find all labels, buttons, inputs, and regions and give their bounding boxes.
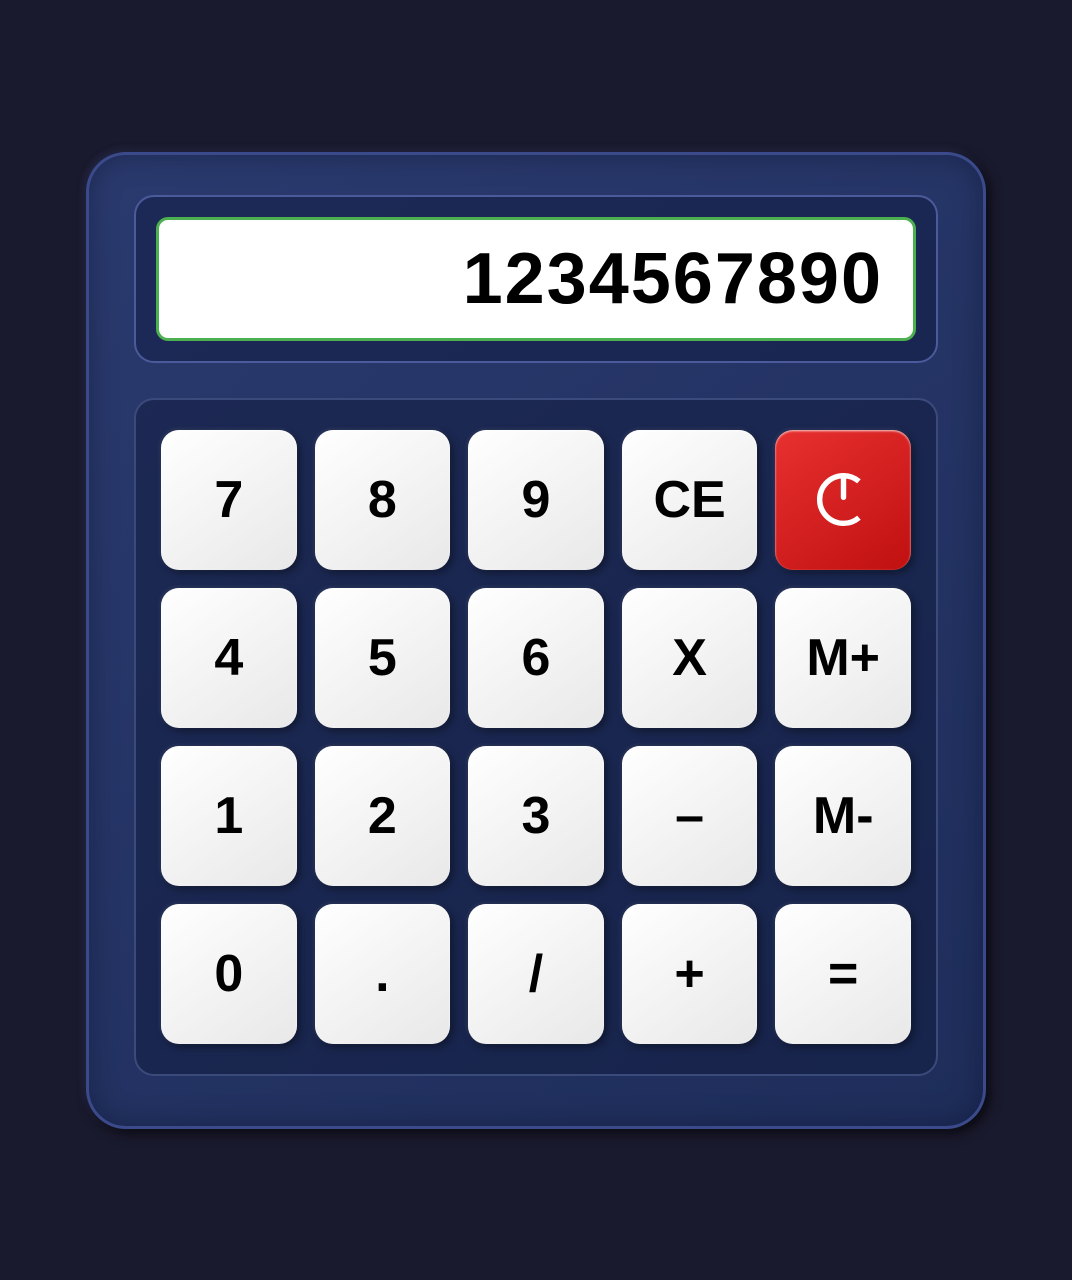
btn-9[interactable]: 9 bbox=[468, 430, 604, 570]
calculator: 1234567890 7 8 9 CE 4 5 6 X M+ bbox=[86, 152, 986, 1129]
btn-2[interactable]: 2 bbox=[315, 746, 451, 886]
keypad: 7 8 9 CE 4 5 6 X M+ 1 2 3 – bbox=[161, 430, 911, 1044]
btn-5[interactable]: 5 bbox=[315, 588, 451, 728]
btn-3[interactable]: 3 bbox=[468, 746, 604, 886]
btn-mminus[interactable]: M- bbox=[775, 746, 911, 886]
keypad-wrapper: 7 8 9 CE 4 5 6 X M+ 1 2 3 – bbox=[134, 398, 938, 1076]
power-icon bbox=[811, 467, 876, 532]
btn-power[interactable] bbox=[775, 430, 911, 570]
btn-0[interactable]: 0 bbox=[161, 904, 297, 1044]
btn-dot[interactable]: . bbox=[315, 904, 451, 1044]
btn-equals[interactable]: = bbox=[775, 904, 911, 1044]
display-wrapper: 1234567890 bbox=[134, 195, 938, 363]
btn-plus[interactable]: + bbox=[622, 904, 758, 1044]
btn-7[interactable]: 7 bbox=[161, 430, 297, 570]
btn-6[interactable]: 6 bbox=[468, 588, 604, 728]
display: 1234567890 bbox=[156, 217, 916, 341]
btn-mplus[interactable]: M+ bbox=[775, 588, 911, 728]
btn-multiply[interactable]: X bbox=[622, 588, 758, 728]
btn-minus[interactable]: – bbox=[622, 746, 758, 886]
btn-8[interactable]: 8 bbox=[315, 430, 451, 570]
btn-4[interactable]: 4 bbox=[161, 588, 297, 728]
btn-1[interactable]: 1 bbox=[161, 746, 297, 886]
btn-divide[interactable]: / bbox=[468, 904, 604, 1044]
btn-ce[interactable]: CE bbox=[622, 430, 758, 570]
